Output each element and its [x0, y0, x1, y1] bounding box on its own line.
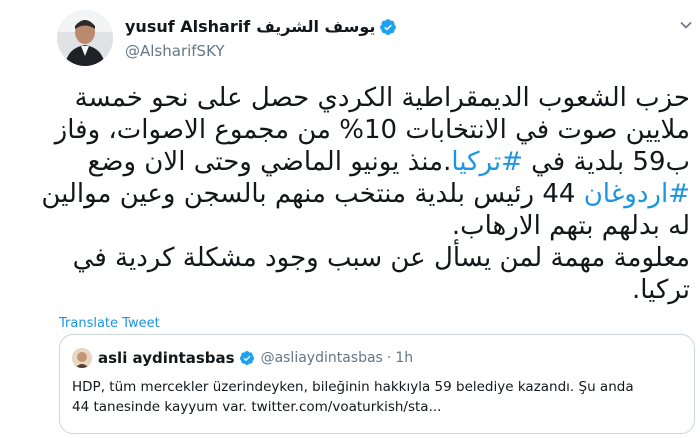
tweet-header: yusuf Alsharif يوسف الشريف @AlsharifSKY: [57, 8, 697, 70]
verified-badge-icon: [380, 18, 397, 35]
tweet-line: #اردوغان 44 رئيس بلدية منتخب منهم بالسجن…: [41, 179, 690, 209]
separator-dot: ·: [386, 350, 392, 366]
quoted-author-handle: @asliaydintasbas: [260, 350, 383, 366]
quoted-author-avatar: [72, 348, 92, 368]
quoted-author-name: asli aydintasbas: [98, 349, 235, 367]
author-avatar[interactable]: [57, 10, 113, 66]
tweet-body: حزب الشعوب الديمقراطية الكردي حصل على نح…: [41, 82, 690, 306]
hashtag-link[interactable]: #تركيا: [451, 147, 523, 177]
quoted-timestamp: 1h: [395, 350, 414, 366]
hashtag-link[interactable]: #اردوغان: [584, 179, 690, 209]
chevron-down-icon[interactable]: [679, 18, 693, 32]
author-handle[interactable]: @AlsharifSKY: [125, 42, 225, 60]
tweet-line: ملايين صوت في الانتخابات 10% من مجموع ال…: [54, 115, 690, 145]
quoted-tweet[interactable]: asli aydintasbas @asliaydintasbas · 1h H…: [59, 334, 695, 434]
author-name-row[interactable]: yusuf Alsharif يوسف الشريف: [125, 17, 397, 36]
quoted-line: HDP, tüm mercekler üzerindeyken, bileğin…: [72, 379, 634, 395]
author-name-arabic[interactable]: يوسف الشريف: [256, 17, 375, 36]
quoted-tweet-body: HDP, tüm mercekler üzerindeyken, bileğin…: [72, 377, 682, 417]
tweet-line: ب59 بلدية في #تركيا.منذ يونيو الماضي وحت…: [87, 147, 690, 177]
tweet-line: معلومة مهمة لمن يسأل عن سبب وجود مشكلة ك…: [72, 243, 690, 273]
quoted-line: 44 tanesinde kayyum var. twitter.com/voa…: [72, 399, 442, 415]
translate-tweet-link[interactable]: Translate Tweet: [59, 316, 160, 331]
tweet-line: تركيا.: [632, 275, 690, 305]
tweet-line: له بدلهم بتهم الارهاب.: [451, 211, 690, 241]
verified-badge-icon: [239, 351, 254, 365]
tweet-line: حزب الشعوب الديمقراطية الكردي حصل على نح…: [74, 83, 690, 113]
author-name[interactable]: yusuf Alsharif: [125, 17, 250, 36]
quoted-tweet-header: asli aydintasbas @asliaydintasbas · 1h: [72, 348, 413, 368]
